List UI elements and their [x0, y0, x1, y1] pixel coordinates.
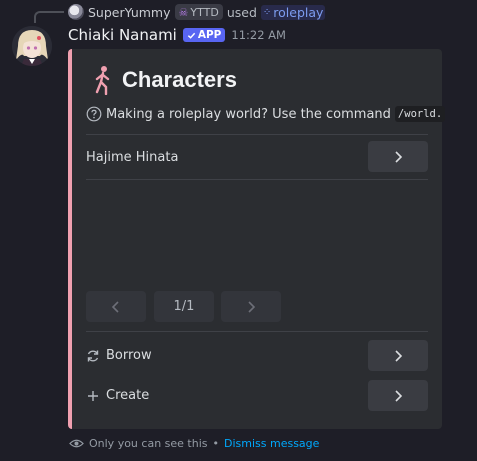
author-name[interactable]: Chiaki Nanami: [68, 26, 177, 44]
message-header: Chiaki Nanami APP 11:22 AM: [68, 26, 286, 44]
ephemeral-text: Only you can see this: [89, 437, 208, 450]
command-name: roleplay: [273, 4, 324, 20]
timestamp[interactable]: 11:22 AM: [231, 28, 286, 42]
refresh-icon: [87, 350, 99, 361]
borrow-button[interactable]: [368, 340, 428, 371]
app-badge-label: APP: [197, 29, 222, 41]
plus-icon: [88, 390, 98, 401]
borrow-row-label: Borrow: [86, 348, 152, 363]
create-row-label: Create: [86, 388, 149, 403]
avatar-image: [12, 26, 52, 66]
open-character-button[interactable]: [368, 141, 428, 172]
person-walking-icon: [95, 66, 110, 95]
divider: [86, 179, 428, 180]
embed-card: Characters Making a roleplay world? Use …: [68, 49, 446, 429]
footer-separator: •: [212, 437, 220, 450]
reply-avatar[interactable]: [68, 4, 84, 20]
description-text: Making a roleplay world? Use the command: [106, 106, 391, 122]
chevron-right-icon: [395, 150, 403, 163]
chevron-right-icon: [248, 300, 256, 313]
reply-username[interactable]: SuperYummy: [88, 5, 171, 20]
dismiss-message-link[interactable]: Dismiss message: [224, 437, 319, 450]
chevron-right-icon: [395, 349, 403, 362]
check-icon: [187, 32, 196, 39]
create-button[interactable]: [368, 380, 428, 411]
eye-icon: [69, 439, 84, 448]
create-label: Create: [106, 388, 150, 403]
avatar[interactable]: [12, 26, 52, 66]
previous-page-button[interactable]: [86, 291, 146, 322]
server-tag-label: YTTD: [190, 5, 219, 19]
server-tag[interactable]: ☠ YTTD: [174, 4, 223, 20]
embed-title-text: Characters: [122, 67, 237, 92]
embed-title: Characters: [92, 65, 237, 95]
embed-description: Making a roleplay world? Use the command…: [86, 106, 446, 122]
chevron-right-icon: [395, 389, 403, 402]
next-page-button[interactable]: [221, 291, 281, 322]
command-code: /world.: [394, 106, 446, 122]
page-indicator-label: 1/1: [173, 299, 195, 314]
reply-connector: [34, 11, 64, 23]
command-icon: ⁘: [262, 6, 272, 18]
used-label: used: [226, 4, 257, 20]
chevron-left-icon: [111, 300, 119, 313]
skull-icon: ☠: [178, 5, 189, 19]
divider: [86, 134, 428, 135]
borrow-label: Borrow: [106, 348, 152, 363]
command-mention[interactable]: ⁘ roleplay: [260, 4, 326, 20]
divider: [86, 331, 428, 332]
character-name: Hajime Hinata: [86, 150, 179, 165]
app-badge: APP: [182, 28, 226, 42]
reply-context[interactable]: SuperYummy ☠ YTTD used ⁘ roleplay: [68, 3, 326, 21]
question-circle-icon: [86, 106, 102, 122]
page-indicator: 1/1: [154, 291, 214, 322]
ephemeral-notice: Only you can see this • Dismiss message: [69, 436, 319, 451]
